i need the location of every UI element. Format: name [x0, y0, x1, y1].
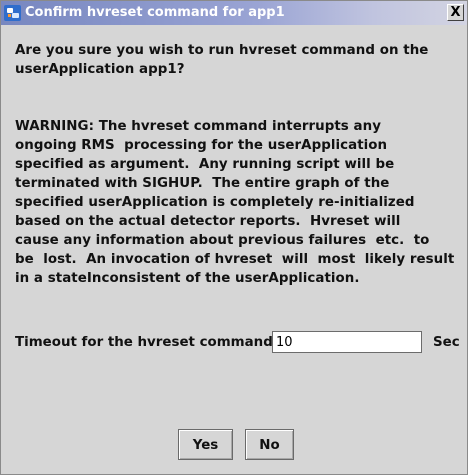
- close-button[interactable]: X: [447, 4, 464, 21]
- timeout-unit-label: Sec: [433, 335, 460, 350]
- yes-button[interactable]: Yes: [178, 429, 233, 460]
- timeout-input[interactable]: [272, 331, 422, 353]
- app-icon: [4, 5, 21, 21]
- confirm-dialog: Confirm hvreset command for app1 X Are y…: [0, 0, 468, 475]
- warning-line: WARNING: The hvreset command interrupts …: [15, 119, 381, 134]
- warning-line: specified as argument. Any running scrip…: [15, 157, 395, 172]
- close-icon: X: [450, 5, 461, 20]
- title-bar[interactable]: Confirm hvreset command for app1 X: [1, 1, 467, 25]
- no-button[interactable]: No: [245, 429, 294, 460]
- warning-line: based on the actual detector reports. Hv…: [15, 214, 401, 229]
- warning-line: terminated with SIGHUP. The entire graph…: [15, 176, 390, 191]
- warning-line: ongoing RMS processing for the userAppli…: [15, 138, 388, 153]
- question-line: Are you sure you wish to run hvreset com…: [15, 43, 429, 58]
- question-line: userApplication app1?: [15, 62, 185, 77]
- warning-line: in a stateInconsistent of the userApplic…: [15, 271, 360, 286]
- warning-line: specified userApplication is completely …: [15, 195, 415, 210]
- warning-line: be lost. An invocation of hvreset will m…: [15, 252, 455, 267]
- warning-line: cause any information about previous fai…: [15, 233, 430, 248]
- confirmation-question: Are you sure you wish to run hvreset com…: [15, 41, 465, 79]
- window-title: Confirm hvreset command for app1: [25, 5, 285, 20]
- timeout-label: Timeout for the hvreset command :: [15, 335, 283, 350]
- warning-message: WARNING: The hvreset command interrupts …: [15, 117, 465, 288]
